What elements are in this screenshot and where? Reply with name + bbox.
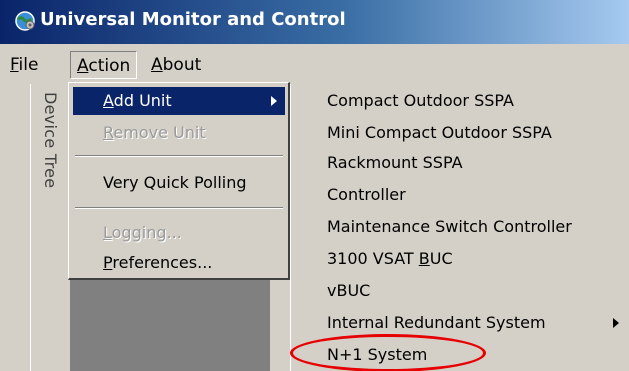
menu-separator bbox=[75, 207, 283, 209]
client-area bbox=[70, 280, 270, 371]
submenu-item-rackmount-sspa[interactable]: Rackmount SSPA bbox=[327, 148, 463, 178]
globe-gear-icon bbox=[15, 11, 35, 31]
submenu-arrow-icon bbox=[271, 96, 277, 106]
submenu-item-controller[interactable]: Controller bbox=[327, 180, 406, 210]
menu-action[interactable]: Action bbox=[70, 51, 138, 79]
add-unit-submenu: Compact Outdoor SSPA Mini Compact Outdoo… bbox=[290, 84, 629, 371]
device-tree-label: Device Tree bbox=[41, 92, 60, 189]
submenu-item-mini-compact-outdoor-sspa[interactable]: Mini Compact Outdoor SSPA bbox=[327, 118, 552, 148]
menu-item-preferences[interactable]: Preferences... bbox=[73, 249, 285, 277]
left-edge bbox=[0, 84, 30, 371]
menu-item-logging[interactable]: Logging... bbox=[73, 219, 285, 247]
menu-item-add-unit[interactable]: Add Unit bbox=[73, 87, 285, 115]
menu-bar: File Action About bbox=[0, 44, 629, 84]
menu-file[interactable]: File bbox=[4, 51, 44, 79]
submenu-arrow-icon bbox=[613, 318, 619, 328]
menu-item-very-quick-polling[interactable]: Very Quick Polling bbox=[73, 169, 285, 197]
submenu-item-vbuc[interactable]: vBUC bbox=[327, 276, 370, 306]
title-bar[interactable]: Universal Monitor and Control bbox=[0, 0, 629, 44]
submenu-item-3100-vsat-buc[interactable]: 3100 VSAT BUC bbox=[327, 244, 453, 274]
window-title: Universal Monitor and Control bbox=[40, 9, 346, 30]
menu-separator bbox=[75, 155, 283, 157]
submenu-item-internal-redundant-system[interactable]: Internal Redundant System bbox=[327, 308, 546, 338]
menu-item-remove-unit[interactable]: Remove Unit bbox=[73, 119, 285, 147]
menu-about[interactable]: About bbox=[145, 51, 207, 79]
submenu-item-compact-outdoor-sspa[interactable]: Compact Outdoor SSPA bbox=[327, 86, 514, 116]
action-dropdown-menu: Add Unit Remove Unit Very Quick Polling … bbox=[68, 82, 290, 280]
app-window: Universal Monitor and Control File Actio… bbox=[0, 0, 629, 371]
annotation-ellipse bbox=[290, 334, 486, 371]
device-tree-tab[interactable]: Device Tree bbox=[30, 84, 72, 371]
submenu-item-maintenance-switch-controller[interactable]: Maintenance Switch Controller bbox=[327, 212, 572, 242]
